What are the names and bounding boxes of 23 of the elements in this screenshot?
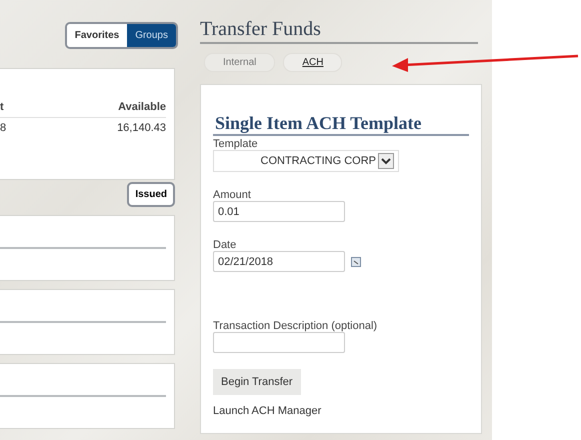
transfer-tab[interactable]: Internal — [204, 53, 276, 72]
begin-transfer-button[interactable]: Begin Transfer — [213, 369, 301, 395]
view-toggle-tab[interactable]: Favorites — [66, 24, 128, 47]
table-cell: 16,140.43 — [117, 122, 166, 134]
form-heading: Single Item ACH Template — [213, 113, 469, 136]
calendar-icon[interactable] — [351, 256, 361, 266]
caret-icon — [378, 153, 394, 169]
view-toggle-tab[interactable]: Groups — [127, 24, 176, 47]
issued-button[interactable]: Issued — [127, 182, 175, 207]
template-select[interactable]: CONTRACTING CORP — [213, 150, 399, 172]
launch-link[interactable]: Launch ACH Manager — [213, 405, 322, 417]
field-label: Date — [213, 239, 236, 251]
transfer-tab[interactable]: ACH — [283, 53, 342, 72]
date-field[interactable]: 02/21/2018 — [213, 251, 345, 272]
column-header: Available — [118, 101, 166, 113]
amount-field[interactable]: 0.01 — [213, 201, 345, 222]
table-cell: 8 — [0, 122, 6, 134]
field-label: Transaction Description (optional) — [213, 320, 378, 332]
field-label: Template — [213, 138, 258, 150]
field-label: Amount — [213, 189, 251, 201]
description-field[interactable] — [213, 332, 345, 353]
section-title: Transfer Funds — [200, 18, 478, 44]
column-header: t — [0, 101, 4, 113]
